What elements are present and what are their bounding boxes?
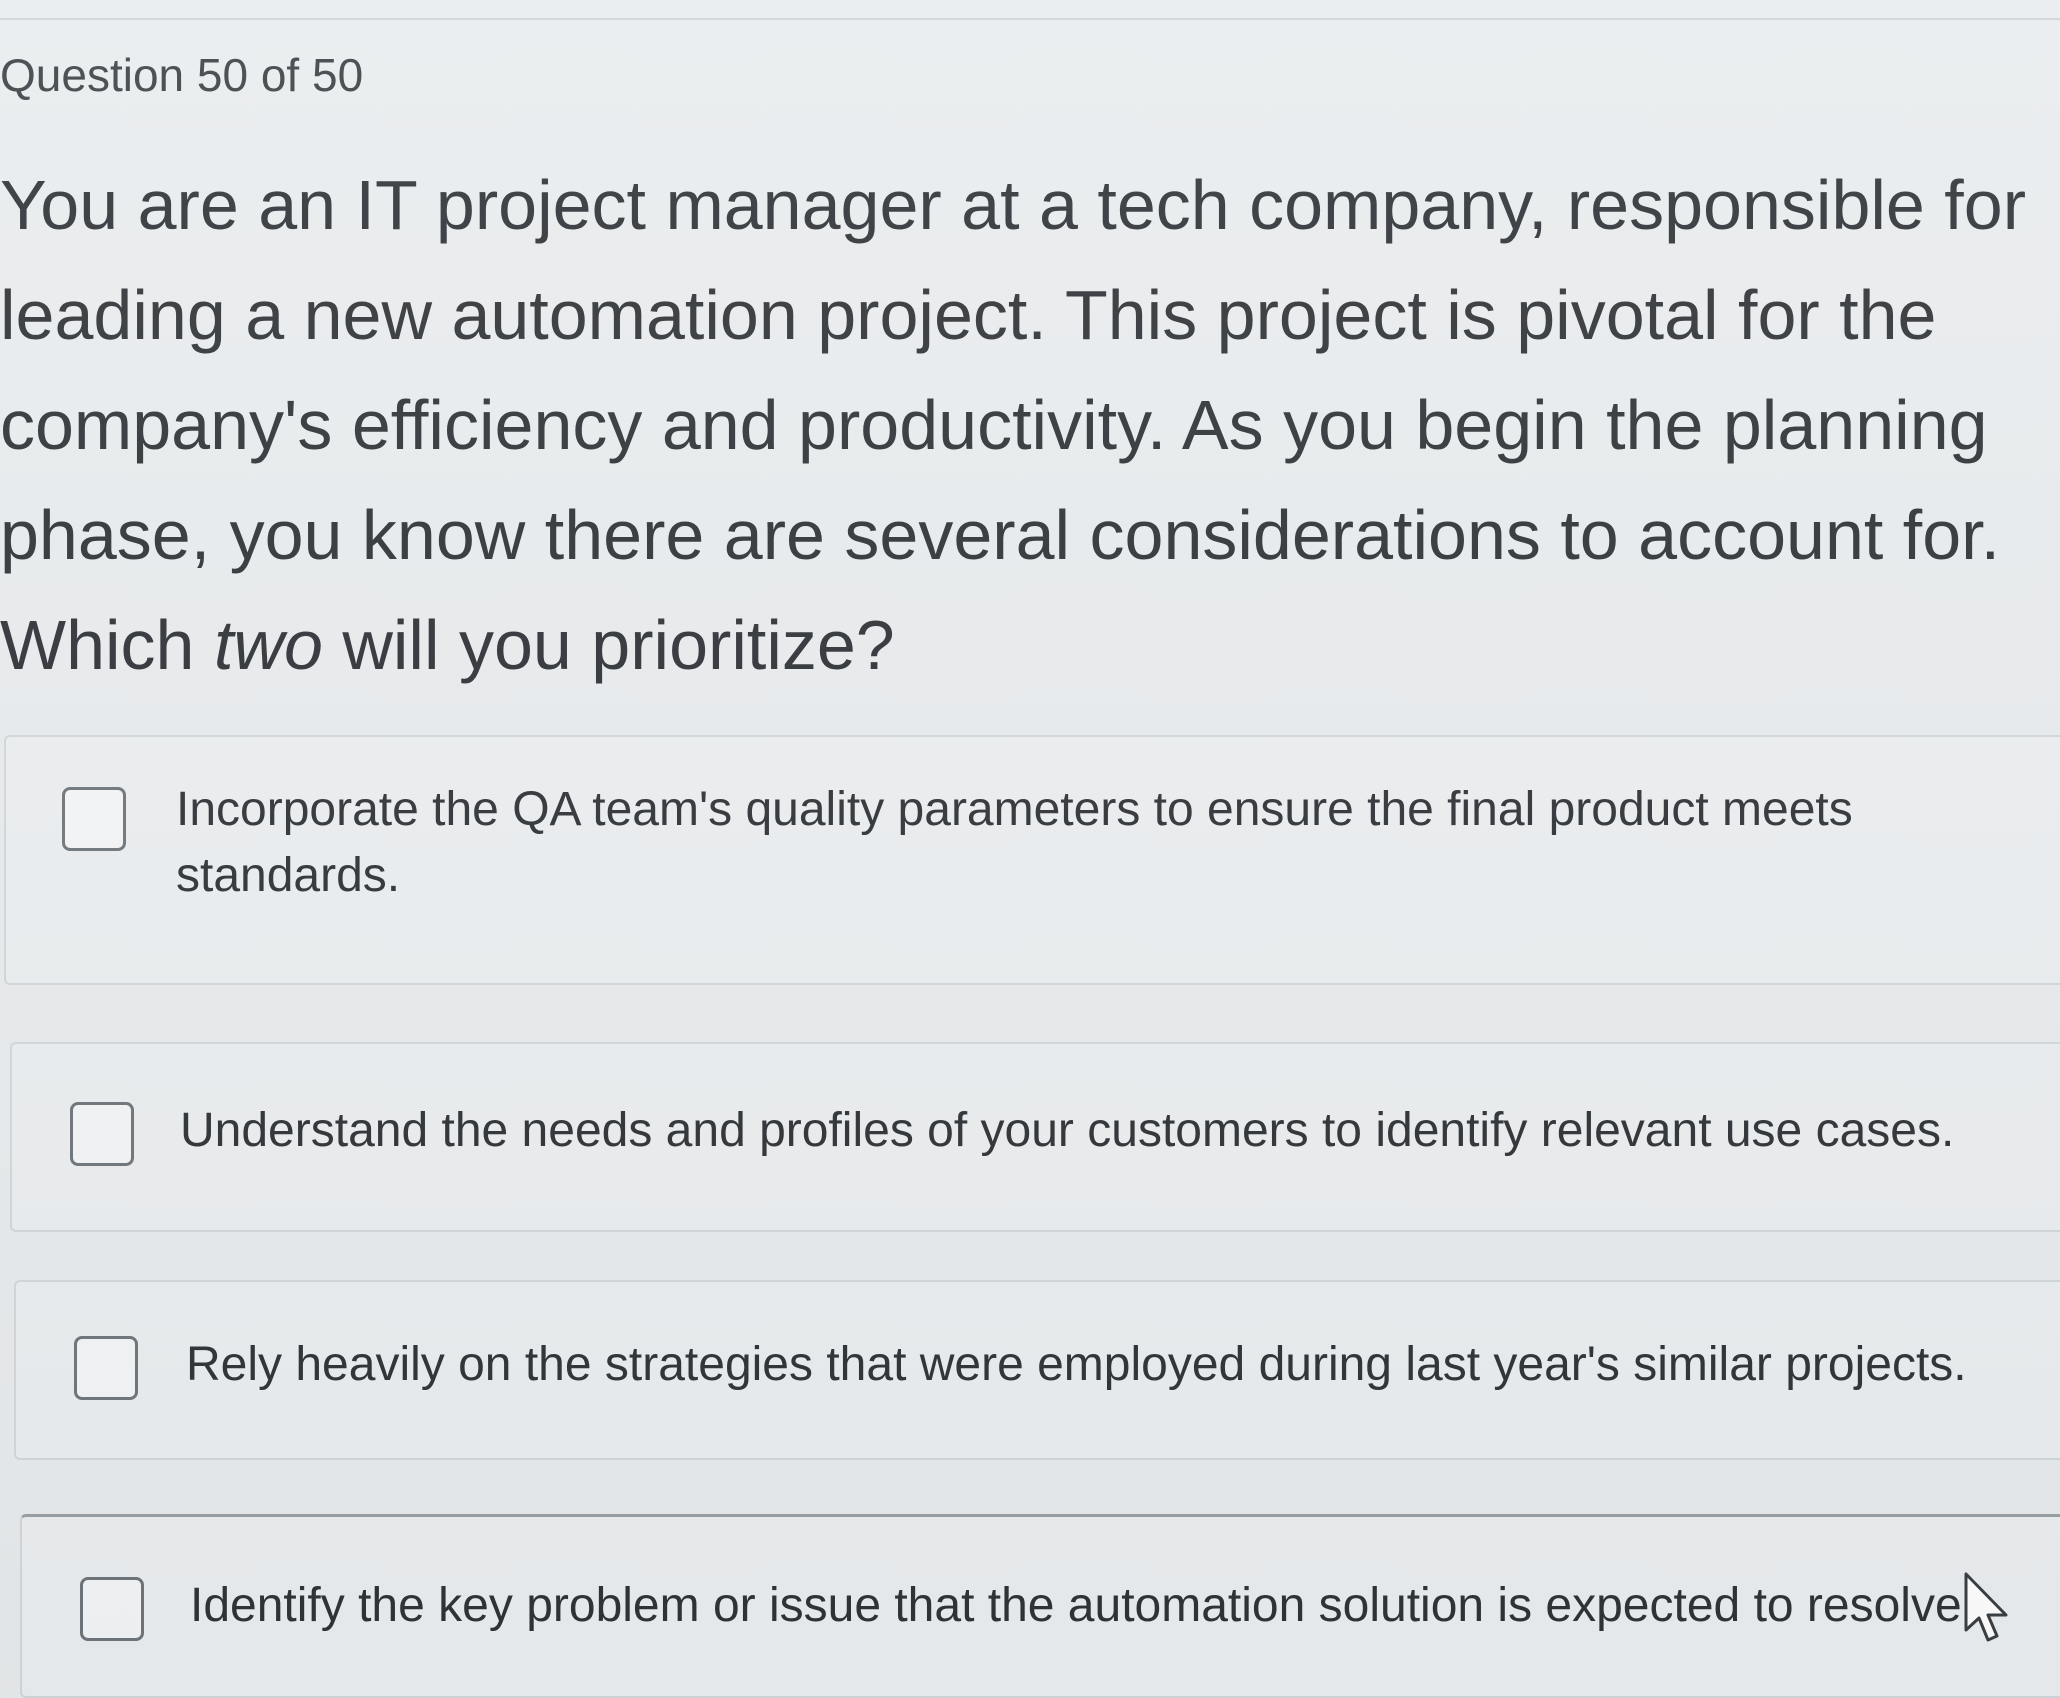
stem-suffix: will you prioritize? (322, 606, 895, 684)
stem-line-1: You are an IT project manager at a tech … (0, 166, 2027, 244)
stem-line-2: leading a new automation project. This p… (0, 276, 1937, 354)
stem-line-4: phase, you know there are several consid… (0, 496, 2001, 574)
stem-prefix: Which (0, 606, 214, 684)
top-divider (0, 18, 2060, 20)
answer-option-4[interactable]: Identify the key problem or issue that t… (20, 1514, 2060, 1698)
stem-line-3: company's efficiency and productivity. A… (0, 386, 1988, 464)
stem-line-5: Which two will you prioritize? (0, 590, 2060, 700)
stem-emphasis: two (213, 606, 323, 684)
answer-option-3-label: Rely heavily on the strategies that were… (186, 1338, 1967, 1391)
question-counter: Question 50 of 50 (0, 49, 364, 101)
checkbox-unchecked-icon[interactable] (74, 1336, 138, 1400)
answer-option-4-label: Identify the key problem or issue that t… (190, 1579, 1975, 1632)
mouse-pointer-icon (1964, 1572, 2008, 1642)
answer-option-3[interactable]: Rely heavily on the strategies that were… (14, 1280, 2060, 1460)
answer-option-2[interactable]: Understand the needs and profiles of you… (10, 1042, 2060, 1232)
checkbox-unchecked-icon[interactable] (62, 787, 126, 851)
answer-option-1-line-1: Incorporate the QA team's quality parame… (176, 783, 1853, 836)
answer-option-1-line-2: standards. (176, 849, 401, 902)
checkbox-unchecked-icon[interactable] (70, 1102, 134, 1166)
checkbox-unchecked-icon[interactable] (80, 1577, 144, 1641)
question-stem: You are an IT project manager at a tech … (0, 150, 2060, 700)
answer-option-1[interactable]: Incorporate the QA team's quality parame… (4, 735, 2060, 985)
answer-option-1-label: Incorporate the QA team's quality parame… (176, 777, 2036, 909)
answer-option-2-label: Understand the needs and profiles of you… (180, 1104, 1955, 1157)
